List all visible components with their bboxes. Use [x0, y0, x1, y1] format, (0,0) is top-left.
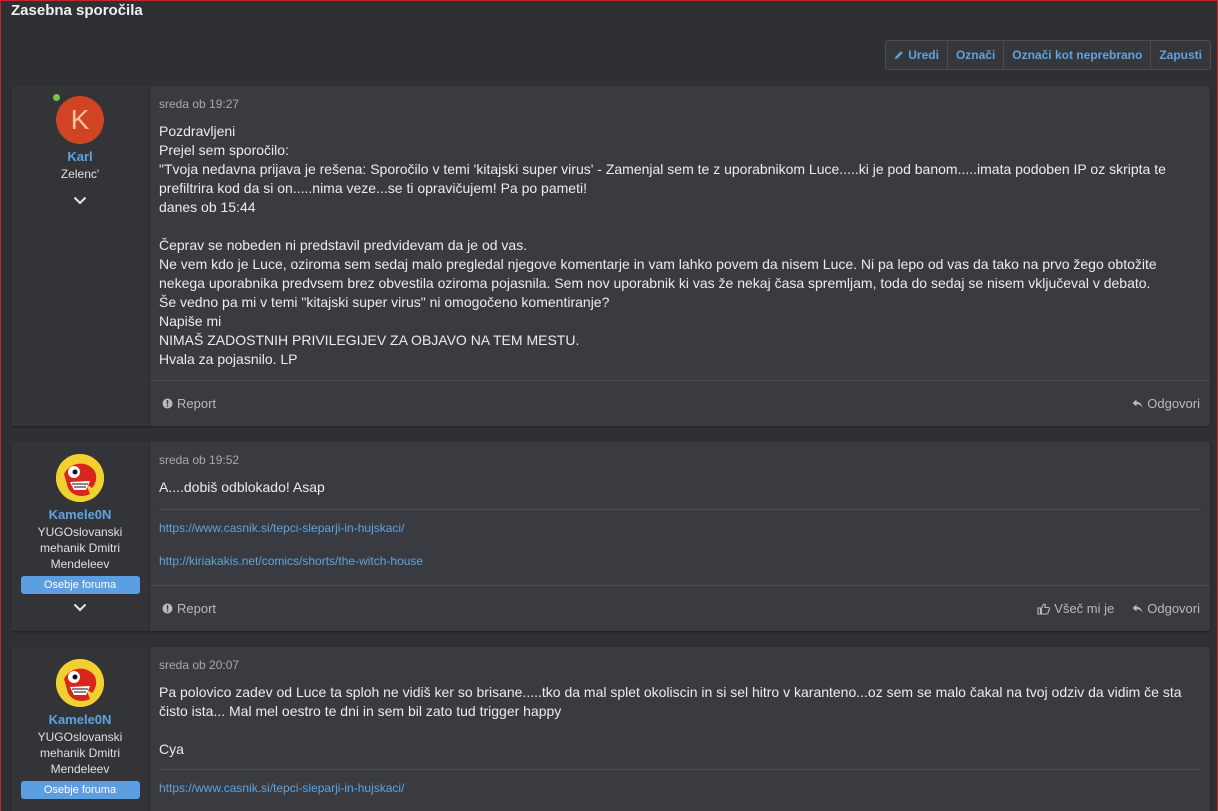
- chevron-down-icon[interactable]: [73, 196, 87, 205]
- page-title: Zasebna sporočila: [11, 2, 143, 19]
- pencil-icon: [895, 51, 903, 59]
- message-line: Pa polovico zadev od Luce ta sploh ne vi…: [159, 684, 1182, 719]
- chameleon-avatar-icon: [56, 659, 104, 707]
- user-title: YUGOslovanski mehanik Dmitri Mendeleev: [37, 730, 123, 776]
- reply-button[interactable]: Odgovori: [1132, 396, 1200, 411]
- message-main: sreda ob 19:27 Pozdravljeni Prejel sem s…: [150, 86, 1210, 426]
- staff-badge: Osebje foruma: [20, 781, 140, 799]
- message: K Karl Zelenc' sreda ob 19:27 Pozdravlje…: [11, 86, 1210, 426]
- message-main: sreda ob 20:07 Pa polovico zadev od Luce…: [150, 647, 1210, 811]
- avatar[interactable]: K: [51, 92, 104, 144]
- signature-link[interactable]: http://kiriakakis.net/comics/shorts/the-…: [159, 553, 1201, 569]
- online-indicator: [51, 92, 62, 103]
- chevron-down-icon[interactable]: [73, 603, 87, 612]
- message-line: A....dobiš odblokado! Asap: [159, 479, 325, 495]
- message-line: Prejel sem sporočilo:: [159, 142, 289, 158]
- report-label: Report: [177, 601, 217, 616]
- edit-label: Uredi: [908, 48, 939, 62]
- message-body: Pa polovico zadev od Luce ta sploh ne vi…: [150, 672, 1210, 811]
- message-line: Ne vem kdo je Luce, oziroma sem sedaj ma…: [159, 256, 1157, 291]
- message-body: A....dobiš odblokado! Asap https://www.c…: [150, 467, 1210, 585]
- reply-icon: [1132, 399, 1143, 408]
- like-button[interactable]: Všeč mi je: [1037, 601, 1114, 616]
- user-title: YUGOslovanski mehanik Dmitri Mendeleev: [37, 525, 123, 571]
- message-line: Pozdravljeni: [159, 123, 236, 139]
- message-line: Napiše mi: [159, 313, 222, 329]
- message-line: [159, 217, 1201, 236]
- leave-button[interactable]: Zapusti: [1150, 41, 1210, 69]
- avatar[interactable]: [56, 454, 104, 502]
- like-label: Všeč mi je: [1054, 601, 1115, 616]
- staff-badge: Osebje foruma: [20, 576, 140, 594]
- message-footer: Report Všeč mi je Odgovori: [150, 585, 1210, 631]
- info-icon: [162, 603, 173, 614]
- message-user-panel: Kamele0N YUGOslovanski mehanik Dmitri Me…: [11, 647, 150, 811]
- report-button[interactable]: Report: [162, 601, 216, 616]
- message-line: [159, 721, 1201, 740]
- reply-label: Odgovori: [1147, 601, 1200, 616]
- thumbs-up-icon: [1037, 602, 1051, 615]
- message-footer: Report Odgovori: [150, 380, 1210, 426]
- info-icon: [162, 398, 173, 409]
- message: Kamele0N YUGOslovanski mehanik Dmitri Me…: [11, 442, 1210, 631]
- username[interactable]: Kamele0N: [49, 507, 112, 522]
- message-line: Hvala za pojasnilo. LP: [159, 351, 298, 367]
- message-line: Še vedno pa mi v temi "kitajski super vi…: [159, 294, 610, 310]
- reply-button[interactable]: Odgovori: [1132, 601, 1200, 616]
- message-body: Pozdravljeni Prejel sem sporočilo: "Tvoj…: [150, 111, 1210, 380]
- mark-unread-button[interactable]: Označi kot neprebrano: [1003, 41, 1150, 69]
- reply-icon: [1132, 604, 1143, 613]
- report-button[interactable]: Report: [162, 396, 216, 411]
- avatar[interactable]: [56, 659, 104, 707]
- message-date[interactable]: sreda ob 20:07: [150, 647, 1210, 672]
- message: Kamele0N YUGOslovanski mehanik Dmitri Me…: [11, 647, 1210, 811]
- signature-link[interactable]: https://www.casnik.si/tepci-sleparji-in-…: [159, 520, 1201, 536]
- message-line: danes ob 15:44: [159, 199, 256, 215]
- message-line: "Tvoja nedavna prijava je rešena: Sporoč…: [159, 161, 1166, 196]
- username[interactable]: Karl: [67, 149, 92, 164]
- message-user-panel: Kamele0N YUGOslovanski mehanik Dmitri Me…: [11, 442, 150, 631]
- message-line: NIMAŠ ZADOSTNIH PRIVILEGIJEV ZA OBJAVO N…: [159, 332, 580, 348]
- message-user-panel: K Karl Zelenc': [11, 86, 150, 426]
- message-line: Čeprav se nobeden ni predstavil predvide…: [159, 237, 528, 253]
- message-date[interactable]: sreda ob 19:27: [150, 86, 1210, 111]
- message-line: Cya: [159, 741, 184, 757]
- message-date[interactable]: sreda ob 19:52: [150, 442, 1210, 467]
- report-label: Report: [177, 396, 217, 411]
- signature-divider: [159, 769, 1201, 770]
- username[interactable]: Kamele0N: [49, 712, 112, 727]
- avatar-letter: K: [70, 104, 90, 135]
- edit-button[interactable]: Uredi: [886, 41, 947, 69]
- message-main: sreda ob 19:52 A....dobiš odblokado! Asa…: [150, 442, 1210, 631]
- reply-label: Odgovori: [1147, 396, 1200, 411]
- chameleon-avatar-icon: [56, 454, 104, 502]
- conversation-toolbar: Uredi Označi Označi kot neprebrano Zapus…: [885, 40, 1211, 70]
- user-title: Zelenc': [60, 167, 100, 181]
- signature-divider: [159, 509, 1201, 510]
- mark-button[interactable]: Označi: [946, 41, 1003, 69]
- signature-link[interactable]: https://www.casnik.si/tepci-sleparji-in-…: [159, 780, 1201, 796]
